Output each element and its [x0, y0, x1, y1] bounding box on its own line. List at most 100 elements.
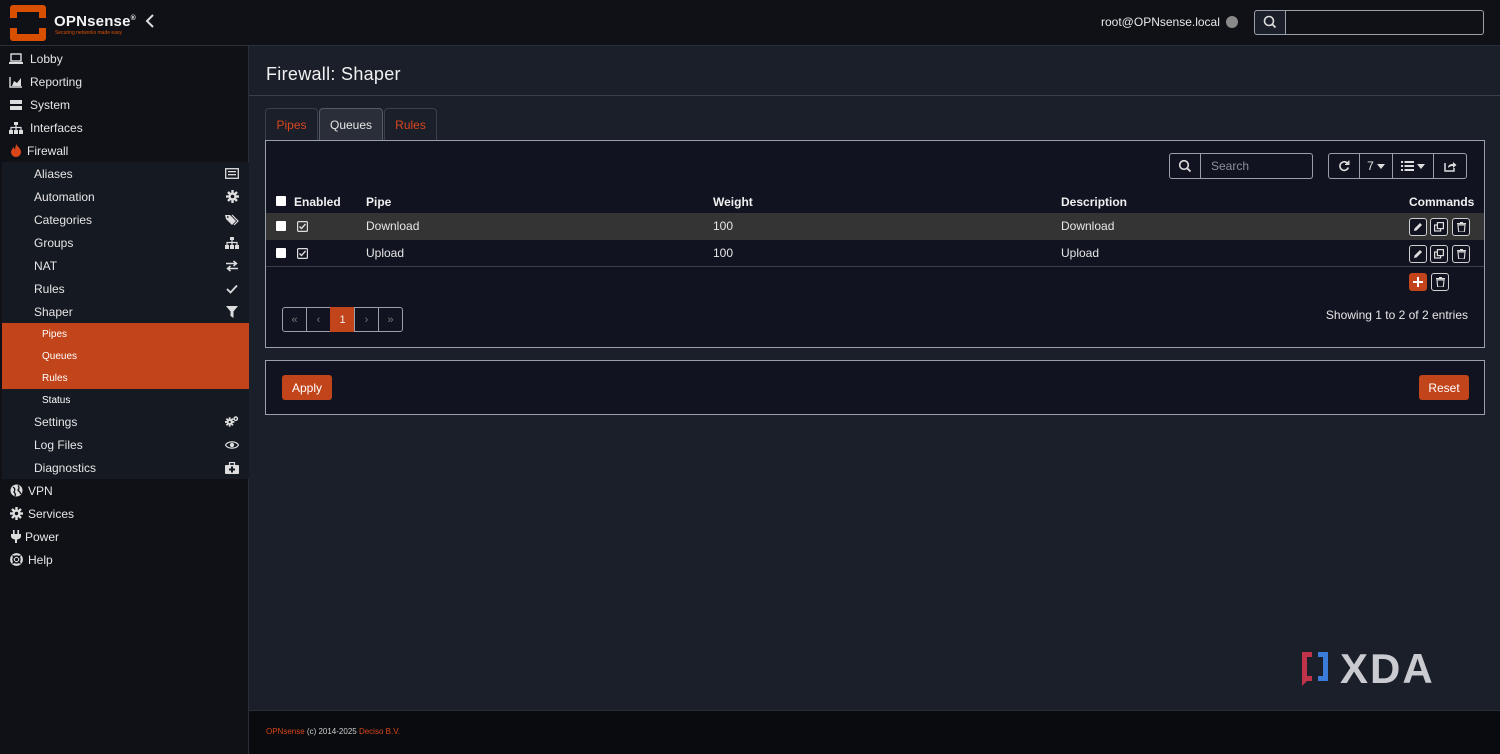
trash-icon [1435, 277, 1445, 287]
prev-page-button[interactable]: ‹ [306, 307, 331, 332]
sidebar-item-system[interactable]: System [0, 93, 249, 116]
sidebar-item-help[interactable]: Help [0, 548, 249, 571]
cell-weight: 100 [713, 246, 734, 260]
caret-down-icon [1417, 163, 1425, 169]
tab-queues[interactable]: Queues [319, 108, 383, 140]
opnsense-logo[interactable] [9, 4, 47, 42]
grid-search-button[interactable] [1169, 153, 1201, 179]
footer-copyright: OPNsense (c) 2014-2025 Deciso B.V. [266, 727, 401, 736]
sitemap-icon [225, 236, 239, 250]
row-select-checkbox[interactable] [276, 221, 286, 231]
sidebar-item-shaper-pipes[interactable]: Pipes [2, 323, 249, 345]
refresh-button[interactable] [1328, 153, 1360, 179]
cell-description: Download [1061, 219, 1115, 233]
sidebar-item-rules[interactable]: Rules [2, 277, 249, 300]
server-icon [9, 98, 23, 112]
refresh-icon [1339, 160, 1350, 172]
row-select-checkbox[interactable] [276, 248, 286, 258]
globe-icon [9, 484, 23, 498]
cell-pipe: Download [366, 219, 420, 233]
delete-button[interactable] [1452, 245, 1470, 263]
sidebar-item-shaper-rules[interactable]: Rules [2, 367, 249, 389]
status-dot-icon [1226, 16, 1238, 28]
xda-logo-icon [1302, 652, 1328, 686]
actions-panel: Apply Reset [265, 360, 1485, 415]
clone-icon [1434, 249, 1444, 259]
sidebar-item-shaper[interactable]: Shaper [2, 300, 249, 323]
edit-button[interactable] [1409, 245, 1427, 263]
sidebar-item-settings[interactable]: Settings [2, 410, 249, 433]
sidebar-item-power[interactable]: Power [0, 525, 249, 548]
clone-button[interactable] [1430, 218, 1448, 236]
sidebar-item-reporting[interactable]: Reporting [0, 70, 249, 93]
next-page-button[interactable]: › [354, 307, 379, 332]
add-button[interactable] [1409, 273, 1427, 291]
tab-rules[interactable]: Rules [384, 108, 437, 140]
rows-per-page-dropdown[interactable]: 7 [1359, 153, 1393, 179]
grid-search-input[interactable] [1201, 153, 1313, 179]
search-icon [1263, 15, 1277, 29]
sidebar-item-interfaces[interactable]: Interfaces [0, 116, 249, 139]
clone-button[interactable] [1430, 245, 1448, 263]
footer-brand-link[interactable]: OPNsense [266, 727, 305, 736]
page-title: Firewall: Shaper [266, 64, 401, 84]
edit-button[interactable] [1409, 218, 1427, 236]
first-page-button[interactable]: « [282, 307, 307, 332]
clone-icon [1434, 222, 1444, 232]
enabled-check-icon[interactable] [297, 221, 308, 232]
sidebar-item-services[interactable]: Services [0, 502, 249, 525]
tab-pipes[interactable]: Pipes [265, 108, 318, 140]
sidebar-item-lobby[interactable]: Lobby [0, 47, 249, 70]
page-1-button[interactable]: 1 [330, 307, 355, 332]
tags-icon [225, 213, 239, 227]
sidebar-item-categories[interactable]: Categories [2, 208, 249, 231]
sidebar-item-diagnostics[interactable]: Diagnostics [2, 456, 249, 479]
delete-button[interactable] [1452, 218, 1470, 236]
columns-dropdown[interactable] [1392, 153, 1434, 179]
sidebar-item-automation[interactable]: Automation [2, 185, 249, 208]
apply-button[interactable]: Apply [282, 375, 332, 400]
grid-toolbar: 7 [1328, 153, 1467, 179]
table-row[interactable]: Download 100 Download [266, 213, 1484, 240]
sidebar-item-aliases[interactable]: Aliases [2, 162, 249, 185]
life-ring-icon [9, 553, 23, 567]
sidebar-item-nat[interactable]: NAT [2, 254, 249, 277]
export-button[interactable] [1433, 153, 1467, 179]
select-all-checkbox[interactable] [276, 196, 286, 206]
cogs-icon [225, 415, 239, 429]
footer-company-link[interactable]: Deciso B.V. [359, 727, 400, 736]
sidebar: Lobby Reporting System Interfaces Firewa… [0, 46, 249, 754]
pagination: « ‹ 1 › » [282, 307, 403, 332]
trash-icon [1456, 222, 1466, 232]
list-icon [1401, 161, 1414, 171]
column-header-weight[interactable]: Weight [713, 195, 753, 209]
cog-icon [225, 190, 239, 204]
sidebar-item-log-files[interactable]: Log Files [2, 433, 249, 456]
column-header-enabled[interactable]: Enabled [294, 195, 341, 209]
global-search-input[interactable] [1286, 10, 1484, 35]
sidebar-item-groups[interactable]: Groups [2, 231, 249, 254]
collapse-sidebar-icon[interactable] [145, 14, 155, 33]
delete-selected-button[interactable] [1431, 273, 1449, 291]
plus-icon [1413, 277, 1423, 287]
table-row[interactable]: Upload 100 Upload [266, 240, 1484, 267]
area-chart-icon [9, 75, 23, 89]
enabled-check-icon[interactable] [297, 248, 308, 259]
sidebar-item-firewall[interactable]: Firewall [0, 139, 249, 162]
column-header-pipe[interactable]: Pipe [366, 195, 391, 209]
column-header-description[interactable]: Description [1061, 195, 1127, 209]
cog-icon [9, 507, 23, 521]
sidebar-item-shaper-status[interactable]: Status [2, 389, 249, 411]
cell-description: Upload [1061, 246, 1100, 260]
sidebar-item-shaper-queues[interactable]: Queues [2, 345, 249, 367]
cell-pipe: Upload [366, 246, 405, 260]
reset-button[interactable]: Reset [1419, 375, 1469, 400]
search-button[interactable] [1254, 10, 1286, 35]
sidebar-item-vpn[interactable]: VPN [0, 479, 249, 502]
last-page-button[interactable]: » [378, 307, 403, 332]
user-label[interactable]: root@OPNsense.local [1101, 15, 1220, 29]
top-bar: OPNsense® Securing networks made easy ro… [0, 0, 1500, 46]
queues-grid-panel: 7 Enabled Pipe Weight Description Comman… [265, 140, 1485, 348]
pencil-icon [1414, 250, 1422, 258]
plug-icon [9, 530, 23, 544]
